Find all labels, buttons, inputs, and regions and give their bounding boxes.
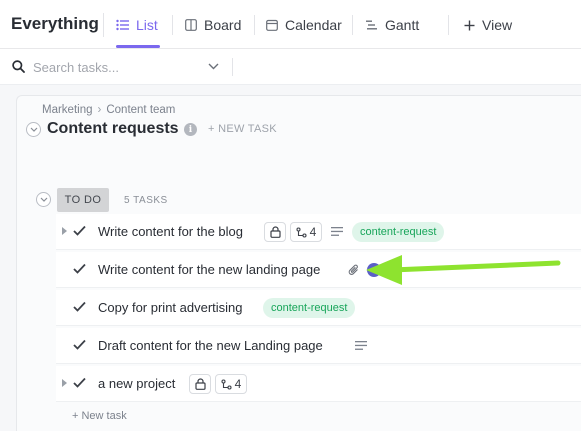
divider [254, 15, 255, 35]
tab-gantt[interactable]: Gantt [366, 15, 419, 35]
task-count: 5 TASKS [124, 195, 168, 206]
attachment-icon[interactable] [348, 264, 360, 276]
divider [352, 15, 353, 35]
annotation-arrow-icon [366, 255, 561, 285]
description-icon [355, 341, 367, 350]
plus-icon [464, 20, 475, 30]
subtask-icon [296, 226, 307, 238]
collapse-group-button[interactable] [36, 192, 51, 207]
subtask-count-chip[interactable]: 4 [290, 222, 322, 242]
check-icon[interactable] [73, 263, 86, 274]
tag-badge[interactable]: content-request [263, 298, 356, 318]
task-name[interactable]: Write content for the new landing page [98, 262, 320, 277]
task-name[interactable]: Draft content for the new Landing page [98, 338, 323, 353]
gantt-icon [366, 20, 377, 30]
page-title: Everything [11, 14, 99, 33]
tab-label: Calendar [285, 17, 342, 33]
divider [448, 15, 449, 35]
search-input[interactable] [33, 58, 203, 76]
breadcrumb: Marketing › Content team [42, 104, 175, 116]
search-icon [12, 60, 25, 73]
chevron-down-icon [40, 197, 47, 202]
divider [172, 15, 173, 35]
dependency-chip[interactable] [264, 222, 286, 242]
expand-subtasks-icon[interactable] [62, 227, 67, 235]
add-view-button[interactable]: View [464, 15, 512, 35]
breadcrumb-item[interactable]: Content team [106, 104, 175, 116]
add-view-label: View [482, 17, 513, 33]
new-task-button[interactable]: + NEW TASK [208, 123, 277, 135]
subtask-count: 4 [309, 225, 317, 239]
subtask-count: 4 [234, 377, 242, 391]
tab-list[interactable]: List [116, 15, 158, 35]
tag-badge[interactable]: content-request [352, 222, 445, 242]
table-row[interactable]: a new project 4 [56, 366, 581, 402]
divider [103, 13, 104, 37]
description-icon [331, 227, 343, 236]
task-name[interactable]: Write content for the blog [98, 224, 243, 239]
table-row[interactable]: Copy for print advertising content-reque… [56, 290, 581, 326]
calendar-icon [266, 19, 278, 31]
check-icon[interactable] [73, 225, 86, 236]
check-icon[interactable] [73, 339, 86, 350]
dependency-chip[interactable] [189, 374, 211, 394]
lock-icon [269, 226, 281, 238]
board-icon [185, 19, 197, 31]
subtask-icon [221, 378, 232, 390]
check-icon[interactable] [73, 377, 86, 388]
active-tab-indicator [116, 45, 160, 48]
chevron-down-icon [30, 127, 37, 132]
breadcrumb-item[interactable]: Marketing [42, 104, 93, 116]
table-row[interactable]: Write content for the blog 4 content-req… [56, 214, 581, 250]
chevron-down-icon[interactable] [208, 63, 219, 70]
divider [232, 58, 233, 76]
collapse-list-button[interactable] [26, 122, 41, 137]
tab-label: Gantt [385, 17, 420, 33]
subtask-count-chip[interactable]: 4 [215, 374, 247, 394]
table-row[interactable]: Draft content for the new Landing page [56, 328, 581, 364]
tab-board[interactable]: Board [185, 15, 241, 35]
lock-icon [194, 378, 206, 390]
chevron-right-icon: › [97, 104, 102, 116]
list-icon [116, 19, 129, 31]
status-badge[interactable]: TO DO [57, 188, 109, 212]
tab-label: List [136, 17, 158, 33]
task-name[interactable]: a new project [98, 376, 175, 391]
task-name[interactable]: Copy for print advertising [98, 300, 243, 315]
info-icon[interactable]: i [184, 123, 197, 136]
search-bar [0, 50, 581, 85]
expand-subtasks-icon[interactable] [62, 379, 67, 387]
tab-calendar[interactable]: Calendar [266, 15, 342, 35]
top-bar: Everything List Board Calendar Gantt Vie… [0, 0, 581, 49]
list-title: Content requests [47, 120, 179, 137]
check-icon[interactable] [73, 301, 86, 312]
tab-label: Board [204, 17, 242, 33]
new-task-button[interactable]: + New task [72, 410, 127, 422]
